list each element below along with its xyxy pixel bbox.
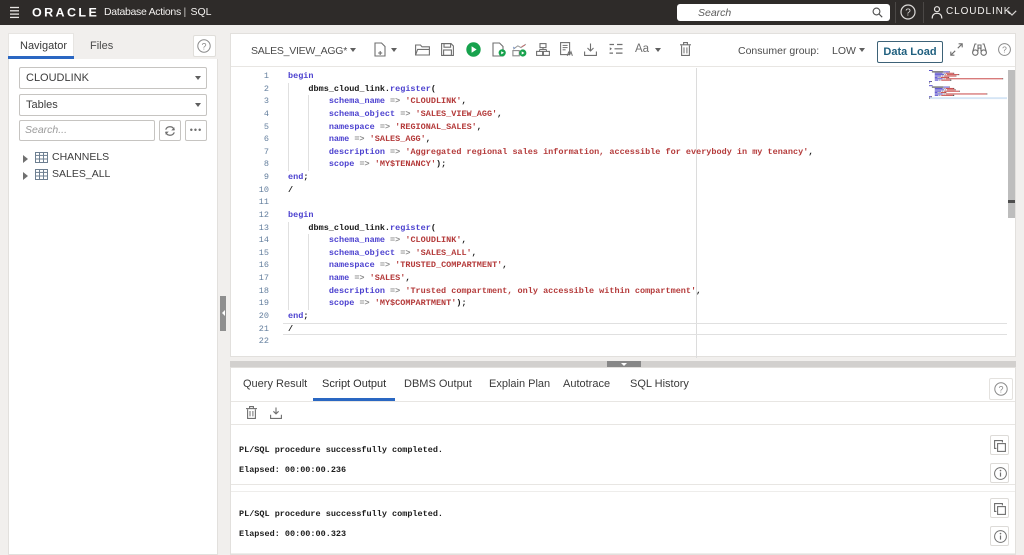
svg-text:?: ? (1002, 45, 1007, 55)
svg-text:?: ? (998, 384, 1003, 394)
svg-text:?: ? (201, 41, 206, 51)
svg-text:?: ? (905, 8, 911, 19)
